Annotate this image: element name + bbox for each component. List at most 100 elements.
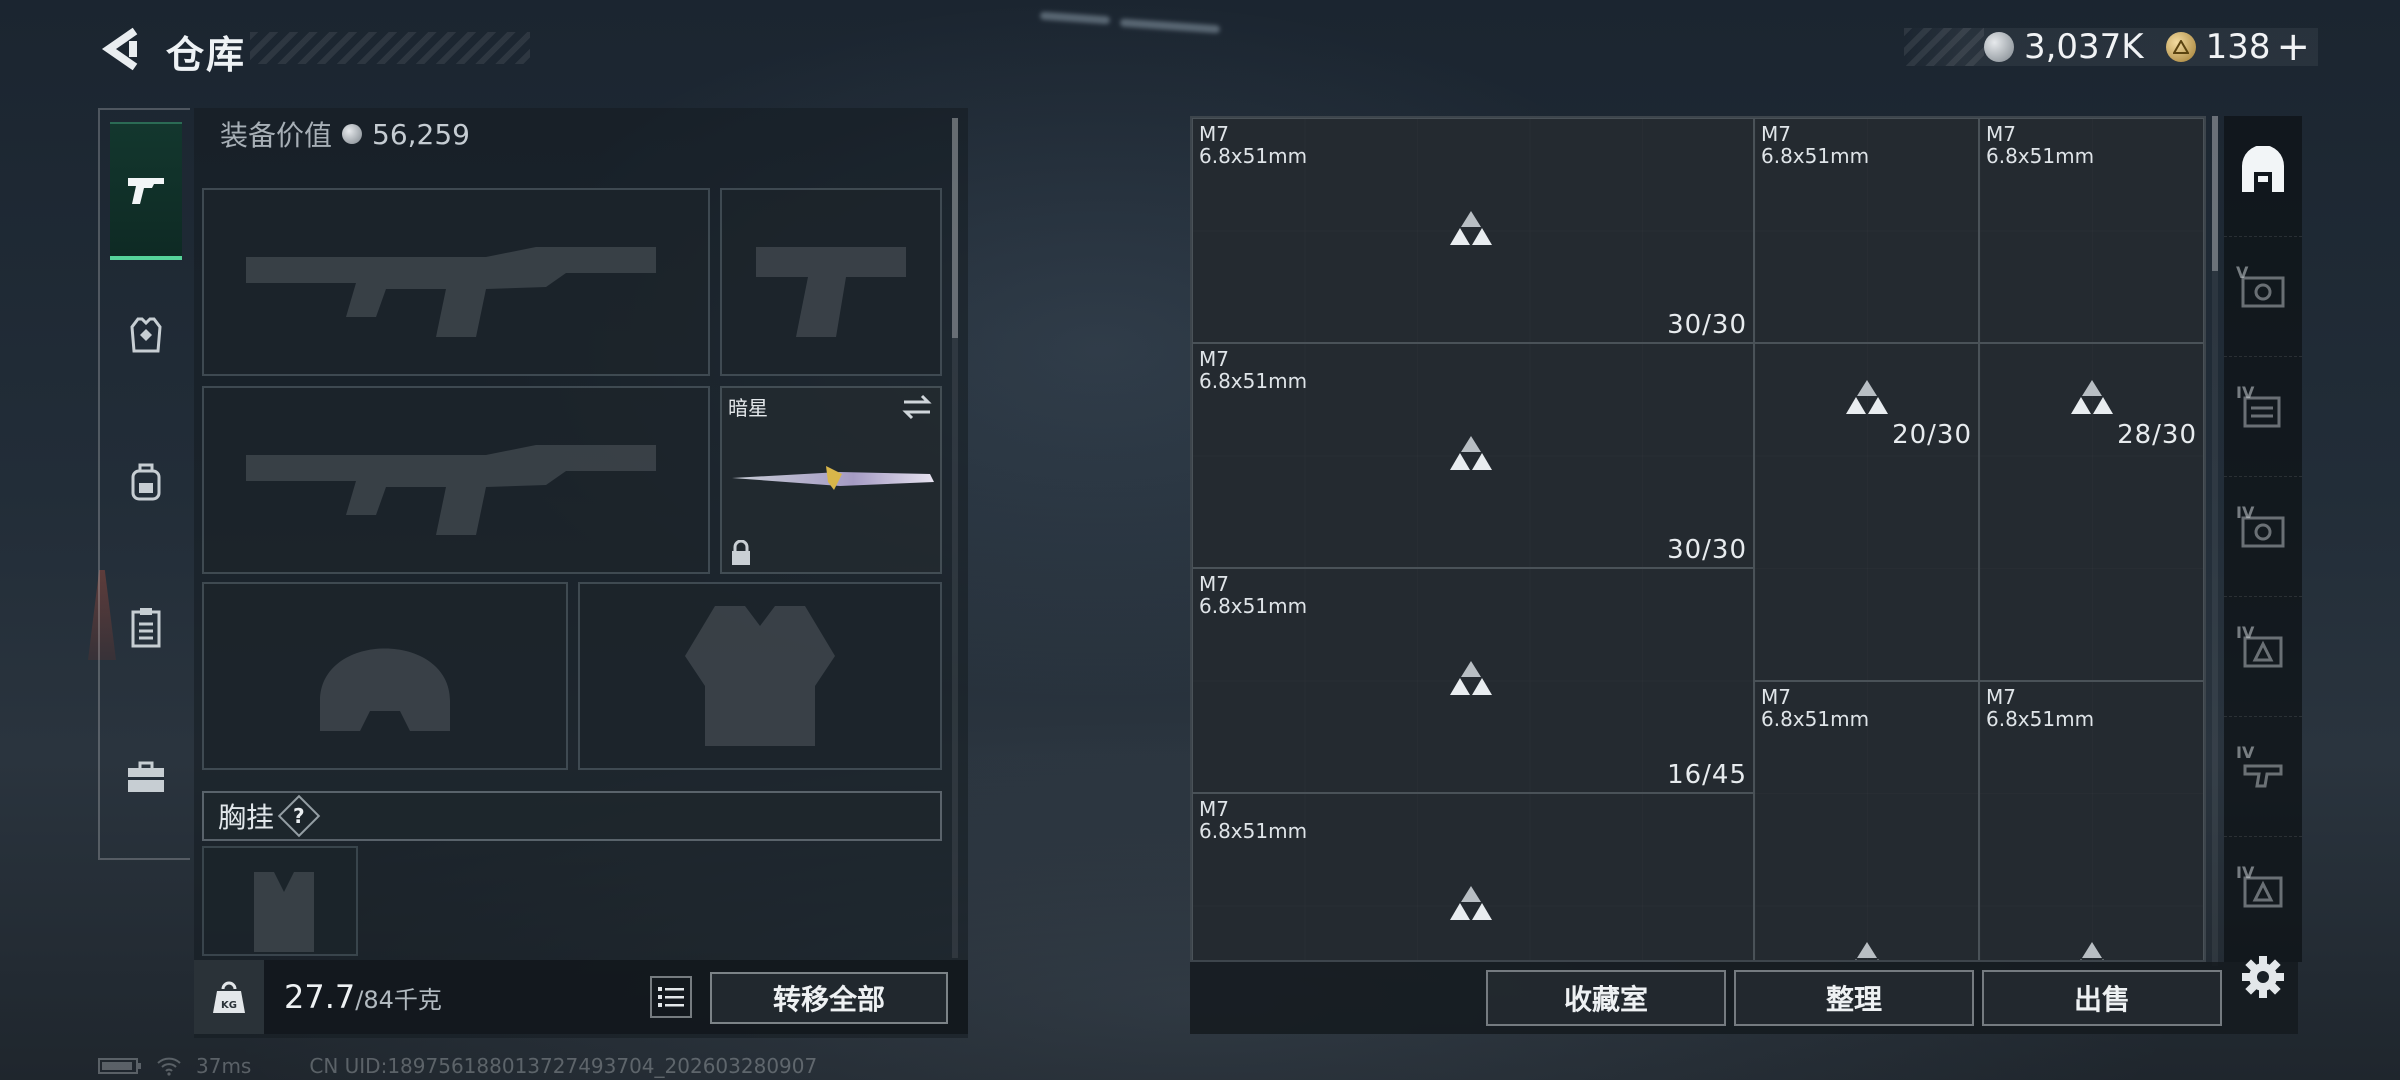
storage-tab-level-iv-1[interactable]: IV — [2224, 356, 2302, 466]
item-count: 30/30 — [1667, 310, 1747, 340]
ammo-box-icon — [2243, 636, 2283, 667]
item-caliber: 6.8x51mm — [1761, 707, 1870, 731]
storage-item[interactable]: M7 6.8x51mm 16/45 — [1192, 568, 1754, 793]
storage-tab-level-iv-2[interactable]: IV — [2224, 476, 2302, 586]
equipment-panel: 装备价值 56,259 暗星 胸挂 ? — [194, 108, 968, 1038]
item-caliber: 6.8x51mm — [1986, 707, 2095, 731]
primary-weapon-slot[interactable] — [202, 188, 710, 376]
carry-weight-current: 27.7 — [284, 978, 356, 1016]
nav-tasks[interactable] — [110, 572, 182, 682]
storage-item[interactable]: 28/30 — [1979, 343, 2204, 681]
scrollbar-thumb[interactable] — [2212, 116, 2218, 271]
gold-coin-icon — [2165, 32, 2196, 62]
storage-item[interactable]: M7 6.8x51mm 30/30 — [1192, 343, 1754, 568]
safe-icon — [2241, 276, 2285, 307]
item-info: M7 6.8x51mm — [1199, 123, 1307, 167]
pistol-slot[interactable] — [720, 188, 942, 376]
helmet-slot[interactable] — [202, 582, 568, 770]
nav-weapons[interactable] — [110, 122, 182, 260]
ammo-box-icon — [2243, 876, 2283, 907]
chest-rig-slot[interactable] — [202, 846, 358, 956]
armor-slot[interactable] — [578, 582, 942, 770]
storage-item[interactable]: M7 6.8x51mm — [1754, 681, 1979, 960]
player-uid: CN UID:1897561880137274937​04_2026032809… — [309, 1054, 818, 1078]
vest-icon — [130, 317, 162, 353]
warehouse-icon — [2242, 146, 2284, 192]
weight-button[interactable]: KG — [194, 960, 264, 1034]
item-caliber: 6.8x51mm — [1199, 819, 1308, 843]
storage-tab-level-v[interactable]: V — [2224, 236, 2302, 346]
lock-icon — [732, 540, 750, 565]
ceiling-light — [1119, 18, 1221, 34]
nav-backpack[interactable] — [110, 426, 182, 536]
melee-slot[interactable]: 暗星 — [720, 386, 942, 574]
item-count: 16/45 — [1667, 760, 1747, 790]
settings-gear-icon[interactable] — [2240, 954, 2286, 1000]
storage-item[interactable]: M7 6.8x51mm — [1754, 118, 1979, 343]
item-info: M7 6.8x51mm — [1986, 123, 2094, 167]
storage-item[interactable]: M7 6.8x51mm — [1192, 793, 1754, 960]
transfer-all-button[interactable]: 转移全部 — [710, 972, 948, 1024]
backpack-icon — [131, 463, 161, 501]
swap-icon[interactable] — [902, 394, 932, 420]
scrollbar-thumb[interactable] — [952, 118, 958, 338]
equipment-value-label: 装备价值 — [220, 119, 333, 152]
storage-item[interactable]: M7 6.8x51mm — [1979, 118, 2204, 343]
carry-weight: 27.7/84千克 — [284, 978, 442, 1016]
page-title: 仓库 — [166, 33, 247, 77]
sell-button[interactable]: 出售 — [1982, 970, 2222, 1026]
collection-room-button[interactable]: 收藏室 — [1486, 970, 1726, 1026]
storage-item[interactable]: M7 6.8x51mm — [1979, 681, 2204, 960]
item-name: M7 — [1199, 347, 1229, 371]
chest-rig-silhouette-icon — [254, 872, 314, 952]
gun-case-icon — [2243, 764, 2283, 787]
storage-tab-level-iv-4[interactable]: IV — [2224, 716, 2302, 826]
back-arrow-icon — [101, 27, 138, 71]
equipment-scrollbar[interactable] — [952, 118, 958, 958]
secondary-weapon-slot[interactable] — [202, 386, 710, 574]
item-caliber: 6.8x51mm — [1199, 144, 1308, 168]
item-name: M7 — [1199, 572, 1229, 596]
briefcase-icon — [128, 761, 164, 792]
knife-item-icon — [732, 466, 934, 490]
storage-tab-home[interactable] — [2224, 116, 2302, 226]
wifi-icon — [157, 1057, 181, 1076]
storage-item[interactable]: M7 6.8x51mm 30/30 — [1192, 118, 1754, 343]
ammo-icon — [2080, 942, 2104, 960]
ammo-icon — [1855, 942, 1879, 960]
melee-name: 暗星 — [728, 396, 768, 420]
ammo-icon — [2071, 380, 2113, 414]
silver-coin-icon — [1983, 32, 2014, 62]
item-name: M7 — [1986, 685, 2016, 709]
safe-icon — [2241, 516, 2285, 547]
vest-silhouette-icon — [580, 584, 940, 768]
item-name: M7 — [1986, 122, 2016, 146]
storage-scrollbar[interactable] — [2212, 116, 2218, 966]
add-currency-button[interactable]: + — [2276, 24, 2310, 70]
status-bar: 37ms CN UID:1897561880137274937​04_20260… — [98, 1054, 817, 1078]
equipment-value-amount: 56,259 — [372, 117, 470, 151]
item-count: 30/30 — [1667, 535, 1747, 565]
currency-bar: 3,037K 138 + — [1903, 24, 2318, 70]
storage-tab-level-iv-3[interactable]: IV — [2224, 596, 2302, 706]
help-icon[interactable]: ? — [277, 794, 321, 838]
currency-bar-decoration — [1903, 28, 1984, 66]
ammo-icon — [1450, 436, 1492, 470]
ceiling-light — [1039, 11, 1111, 25]
nav-toolbox[interactable] — [110, 722, 182, 832]
rifle-silhouette-icon — [204, 190, 708, 374]
list-view-button[interactable] — [650, 976, 692, 1018]
equipment-footer: KG 27.7/84千克 转移全部 — [194, 960, 968, 1034]
list-icon — [658, 987, 684, 1007]
pistol-icon — [128, 178, 164, 204]
battery-icon — [98, 1058, 141, 1074]
storage-item[interactable]: 20/30 — [1754, 343, 1979, 681]
item-info: M7 6.8x51mm — [1199, 573, 1307, 617]
ammo-icon — [1450, 886, 1492, 920]
helmet-silhouette-icon — [204, 584, 566, 768]
storage-tab-level-iv-5[interactable]: IV — [2224, 836, 2302, 946]
sort-button[interactable]: 整理 — [1734, 970, 1974, 1026]
nav-armor[interactable] — [110, 280, 182, 390]
back-button[interactable] — [96, 24, 146, 74]
storage-tab-nav: V IV IV IV IV IV — [2224, 116, 2302, 962]
